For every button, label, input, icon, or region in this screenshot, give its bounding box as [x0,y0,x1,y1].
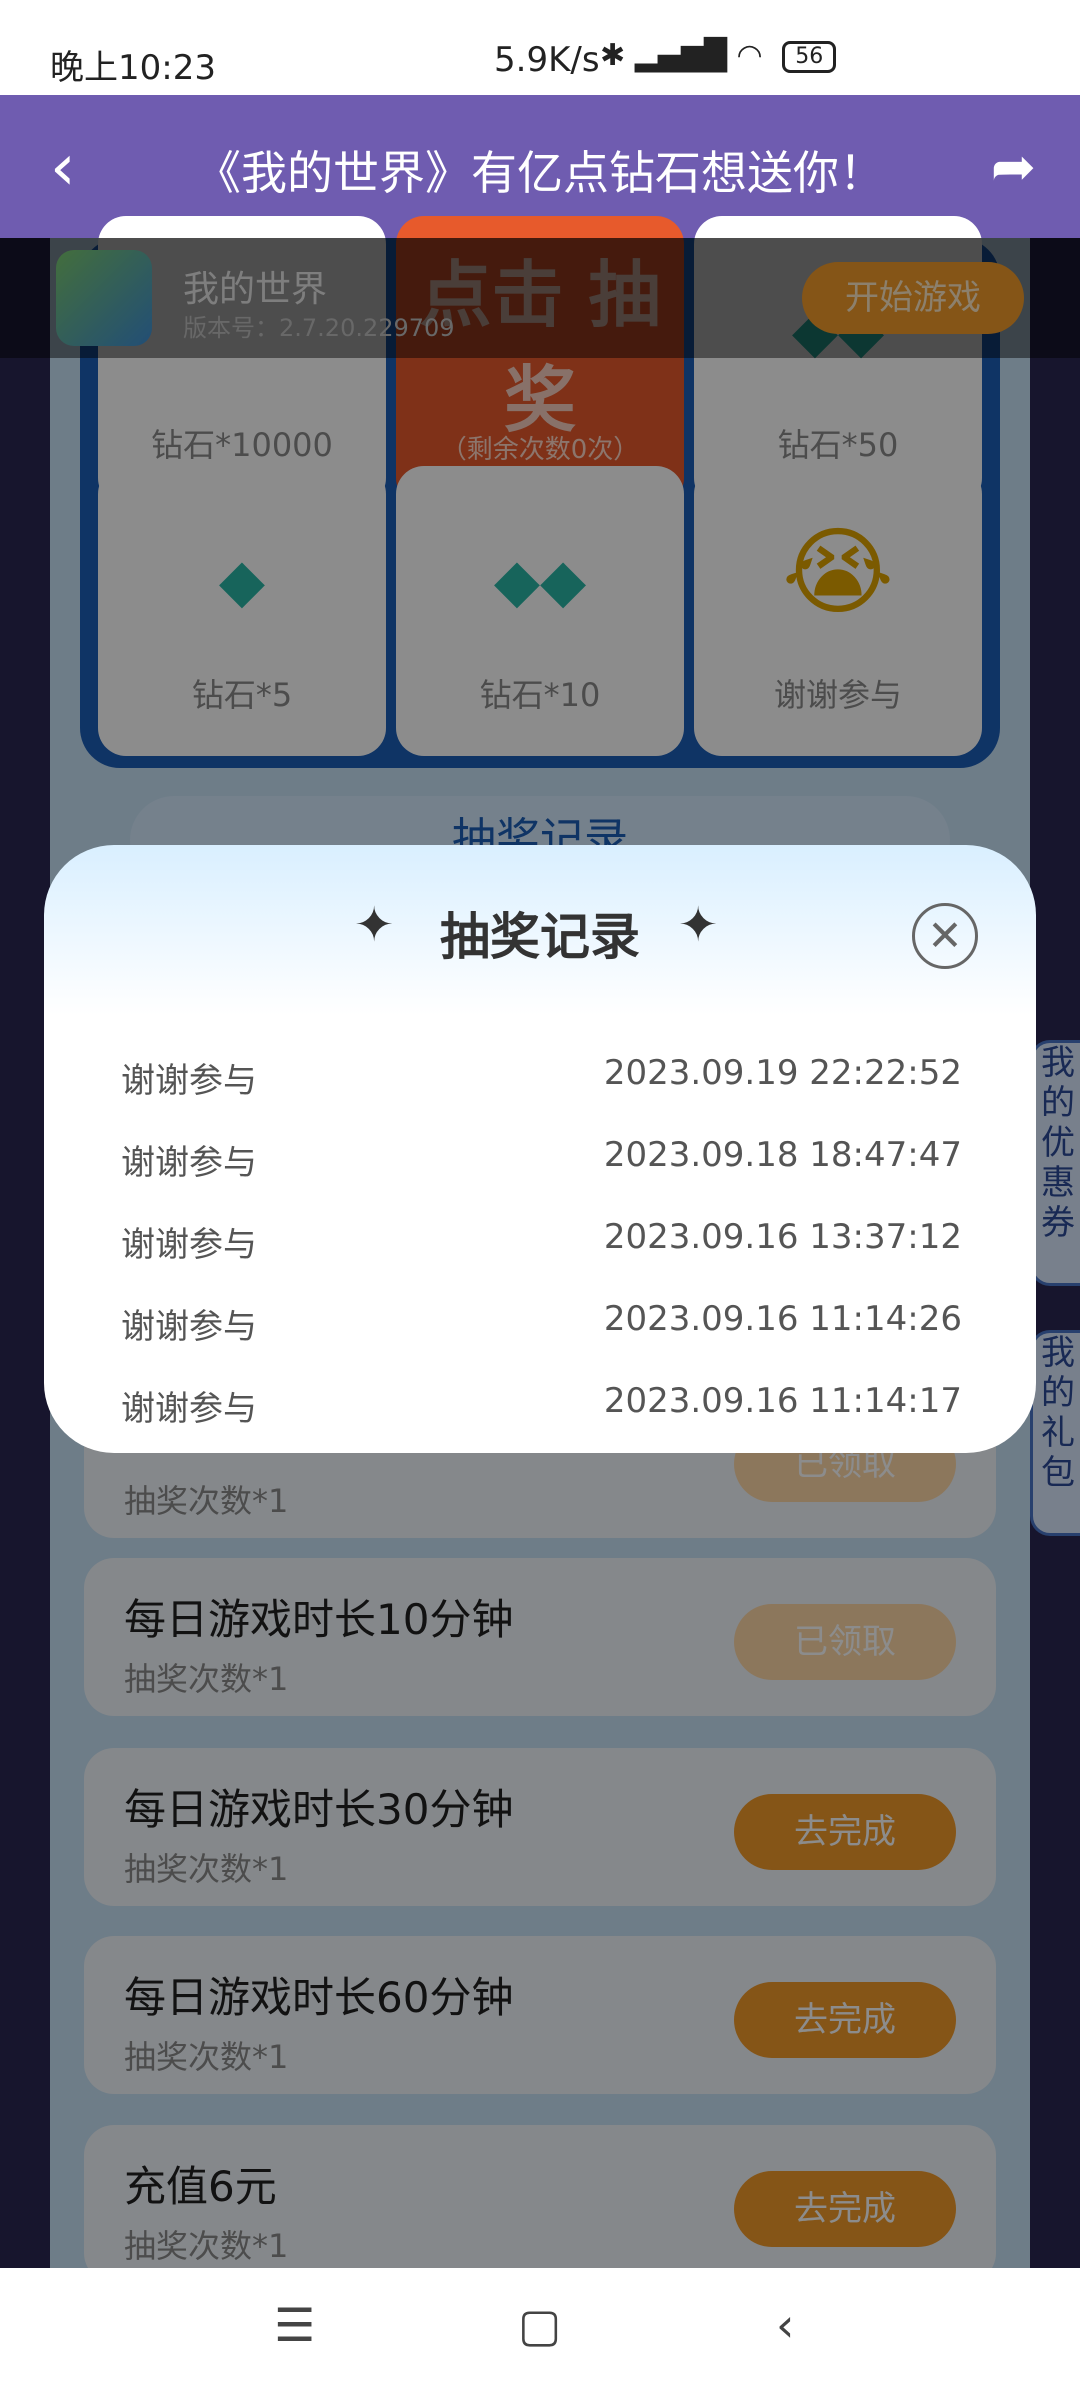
record-name: 谢谢参与 [121,1143,257,1183]
draw-record-modal: ✦ 抽奖记录 ✦ ✕ 谢谢参与 2023.09.19 22:22:52 谢谢参与… [44,845,1036,1453]
modal-title: 抽奖记录 [440,908,640,966]
record-row: 谢谢参与 2023.09.18 18:47:47 [44,1123,1036,1205]
record-date: 2023.09.16 13:37:12 [603,1217,962,1257]
battery-icon: 56 [782,40,837,73]
bluetooth-icon: ✱ [600,38,626,73]
record-date: 2023.09.16 11:14:17 [603,1381,962,1421]
back-nav-icon[interactable]: ‹ [776,2298,794,2352]
record-row: 谢谢参与 2023.09.19 22:22:52 [44,1041,1036,1123]
status-bar: 晚上10:23 5.9K/s ✱ ▂▄▆█ ◠ 56 [0,0,1080,95]
signal-icon: ▂▄▆█ [634,38,727,73]
record-name: 谢谢参与 [121,1389,257,1429]
record-date: 2023.09.19 22:22:52 [603,1053,962,1093]
record-name: 谢谢参与 [121,1307,257,1347]
home-icon[interactable]: ▢ [518,2298,561,2352]
page-title: 《我的世界》有亿点钻石想送你！ [195,146,885,200]
status-time: 晚上10:23 [50,48,216,88]
system-nav-bar: ☰ ▢ ‹ [0,2268,1080,2400]
menu-icon[interactable]: ☰ [274,2298,315,2352]
share-icon[interactable]: ➦ [991,135,1036,198]
record-name: 谢谢参与 [121,1061,257,1101]
close-icon[interactable]: ✕ [912,903,978,969]
record-row: 谢谢参与 2023.09.16 11:14:26 [44,1287,1036,1369]
record-row: 谢谢参与 2023.09.16 13:37:12 [44,1205,1036,1287]
sparkle-icon: ✦ [678,897,719,953]
wifi-icon: ◠ [736,38,763,73]
network-speed: 5.9K/s [494,40,600,80]
record-date: 2023.09.16 11:14:26 [603,1299,962,1339]
record-name: 谢谢参与 [121,1225,257,1265]
record-row: 谢谢参与 2023.09.16 11:14:17 [44,1369,1036,1451]
record-date: 2023.09.18 18:47:47 [603,1135,962,1175]
status-icons: ✱ ▂▄▆█ ◠ 56 [600,38,837,73]
